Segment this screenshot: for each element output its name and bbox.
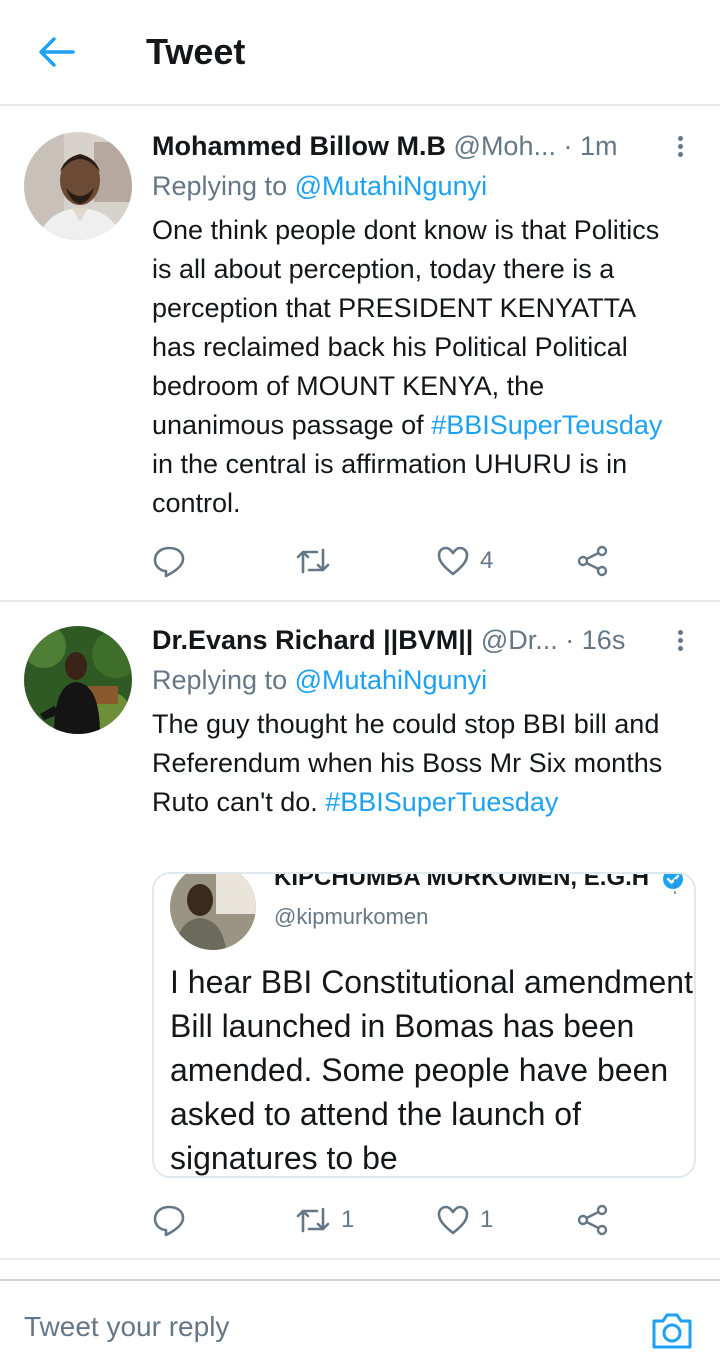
quoted-text: I hear BBI Constitutional amendment Bill… xyxy=(170,964,693,1176)
like-count: 4 xyxy=(480,547,494,574)
avatar-photo xyxy=(24,626,132,734)
tweet-text-part: One think people dont know is that Polit… xyxy=(152,215,660,440)
more-dot xyxy=(677,151,683,157)
quoted-image[interactable]: KIPCHUMBA MURKOMEN, E.G.H ⋮ @kipmurkomen… xyxy=(152,872,696,1178)
replying-to-prefix: Replying to xyxy=(152,171,295,201)
tweet-actions: 4 xyxy=(152,539,632,583)
author-handle[interactable]: @Moh... xyxy=(454,131,556,161)
more-dot xyxy=(677,629,683,635)
more-dot xyxy=(677,637,683,643)
more-options-button[interactable] xyxy=(670,624,690,656)
back-button[interactable] xyxy=(30,30,82,74)
tweet-actions: 1 1 xyxy=(152,1198,632,1242)
more-options-button[interactable] xyxy=(670,130,690,162)
tweet-header: Mohammed Billow M.B @Moh... · 1m xyxy=(152,128,672,164)
reply-composer xyxy=(0,1279,720,1367)
retweet-count: 1 xyxy=(341,1206,355,1233)
separator-dot: · xyxy=(565,625,575,655)
timestamp: 16s xyxy=(581,625,626,655)
replying-to-prefix: Replying to xyxy=(152,665,295,695)
reply-button[interactable] xyxy=(152,1198,196,1242)
heart-icon xyxy=(437,1205,469,1235)
share-button[interactable] xyxy=(576,539,610,583)
quoted-author-handle: @kipmurkomen xyxy=(274,904,429,929)
camera-button[interactable] xyxy=(650,1311,694,1351)
avatar[interactable] xyxy=(24,132,132,240)
avatar[interactable] xyxy=(24,626,132,734)
share-icon xyxy=(577,545,608,577)
quoted-avatar xyxy=(170,874,256,950)
replying-to-link[interactable]: @MutahiNgunyi xyxy=(295,665,488,695)
heart-icon xyxy=(437,546,469,576)
timestamp: 1m xyxy=(580,131,618,161)
like-button[interactable]: 4 xyxy=(436,539,493,583)
reply-button[interactable] xyxy=(152,539,196,583)
top-app-bar: Tweet xyxy=(0,0,720,106)
hashtag-link[interactable]: #BBISuperTeusday xyxy=(431,410,662,440)
replying-to: Replying to @MutahiNgunyi xyxy=(152,662,487,698)
tweet-text: The guy thought he could stop BBI bill a… xyxy=(152,705,672,822)
tweet[interactable]: Dr.Evans Richard ||BVM|| @Dr... · 16s Re… xyxy=(0,602,720,1260)
more-dot xyxy=(677,143,683,149)
page-title: Tweet xyxy=(146,31,246,72)
replying-to-link[interactable]: @MutahiNgunyi xyxy=(295,171,488,201)
author-handle[interactable]: @Dr... xyxy=(481,625,558,655)
share-button[interactable] xyxy=(576,1198,610,1242)
arrow-left-icon xyxy=(39,37,75,67)
reply-icon xyxy=(153,1205,185,1237)
quoted-author-name: KIPCHUMBA MURKOMEN, E.G.H xyxy=(274,872,684,892)
separator-dot: · xyxy=(563,131,573,161)
author-name[interactable]: Dr.Evans Richard ||BVM|| xyxy=(152,625,473,655)
tweet[interactable]: Mohammed Billow M.B @Moh... · 1m Replyin… xyxy=(0,108,720,602)
like-button[interactable]: 1 xyxy=(436,1198,493,1242)
more-dot xyxy=(677,645,683,651)
like-count: 1 xyxy=(480,1206,494,1233)
avatar-photo xyxy=(24,132,132,240)
retweet-button[interactable] xyxy=(295,539,341,583)
reply-input[interactable] xyxy=(24,1309,584,1345)
tweet-text: One think people dont know is that Polit… xyxy=(152,211,672,523)
tweet-header: Dr.Evans Richard ||BVM|| @Dr... · 16s xyxy=(152,622,672,658)
tweet-text-part: in the central is affirmation UHURU is i… xyxy=(152,449,628,518)
quoted-avatar-photo xyxy=(170,874,256,950)
hashtag-link[interactable]: #BBISuperTuesday xyxy=(325,787,558,817)
retweet-icon xyxy=(296,1207,330,1233)
quoted-author-name-text: KIPCHUMBA MURKOMEN, E.G.H xyxy=(274,872,650,891)
more-dot xyxy=(677,135,683,141)
quoted-more-icon: ⋮ xyxy=(666,876,684,896)
reply-icon xyxy=(153,546,185,578)
share-icon xyxy=(577,1204,608,1236)
camera-icon xyxy=(652,1313,692,1349)
retweet-icon xyxy=(296,548,330,574)
author-name[interactable]: Mohammed Billow M.B xyxy=(152,131,446,161)
retweet-button[interactable]: 1 xyxy=(295,1198,354,1242)
replying-to: Replying to @MutahiNgunyi xyxy=(152,168,487,204)
